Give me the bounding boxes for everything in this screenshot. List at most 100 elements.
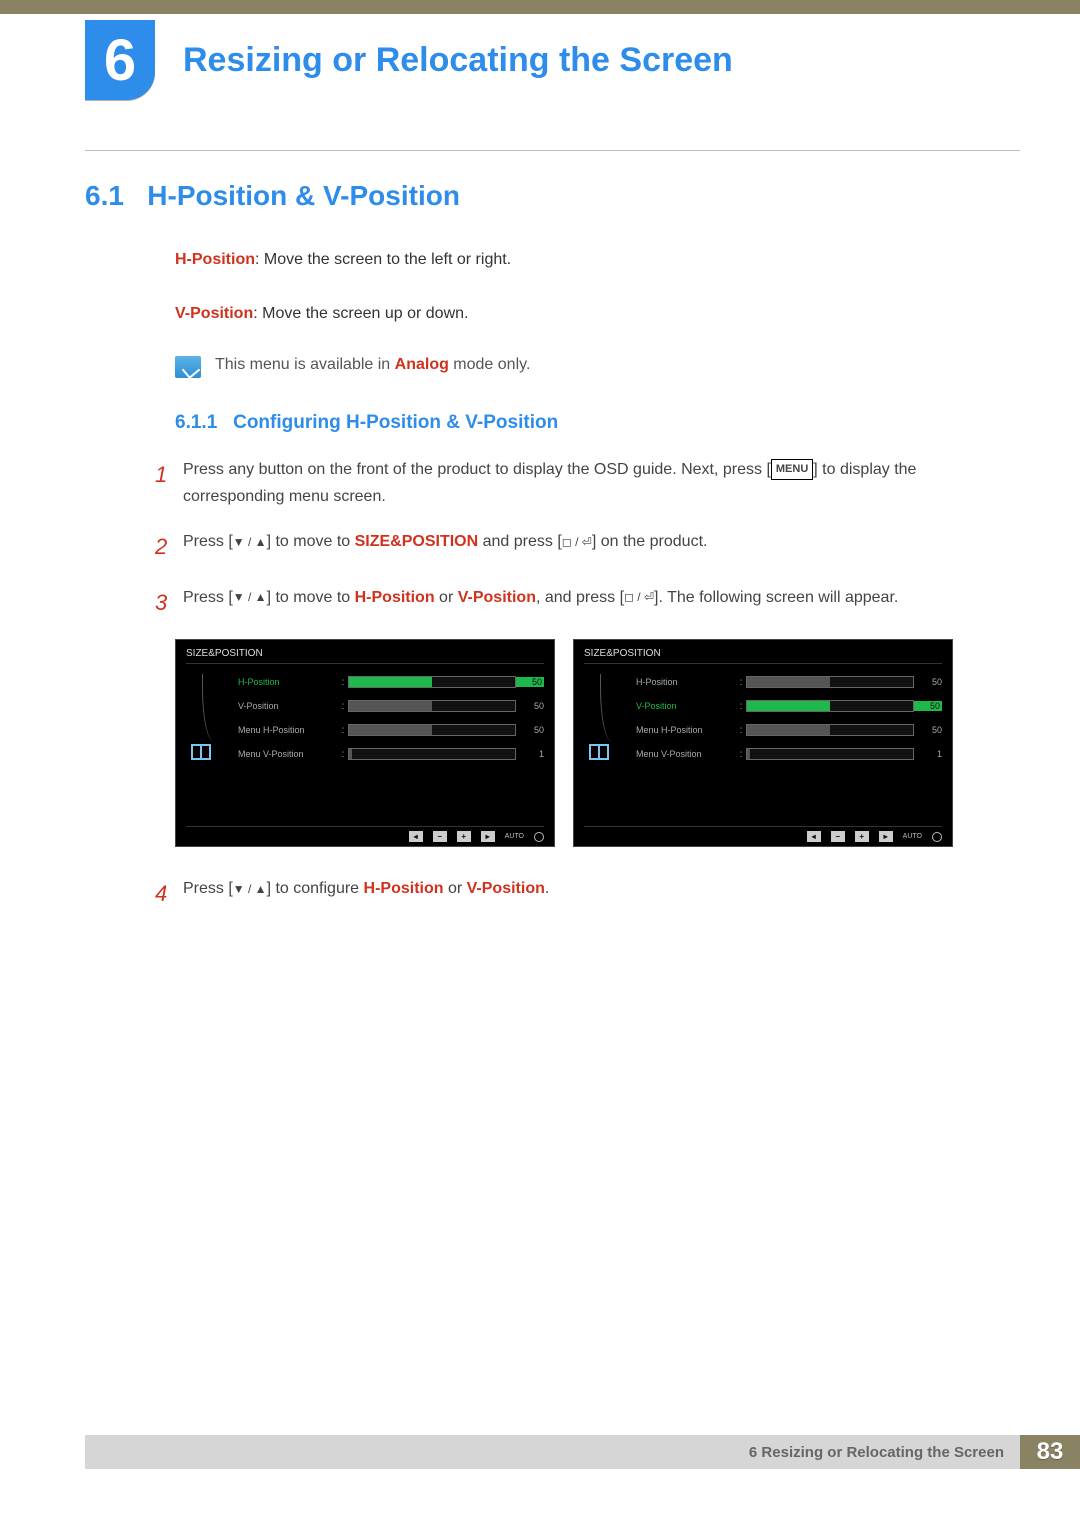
step-2-text-d: ] on the product. [592, 533, 708, 550]
osd-power-icon [932, 832, 942, 842]
step-2-number: 2 [155, 528, 183, 565]
step-3-text-d: ]. The following screen will appear. [654, 589, 898, 606]
osd-row-label: H-Position [238, 677, 338, 687]
section-number: 6.1 [85, 180, 124, 211]
osd-row: Menu V-Position : 1 [238, 746, 544, 762]
step-4-v: V-Position [467, 880, 545, 897]
step-3-text-a: Press [ [183, 589, 233, 606]
osd-power-icon [534, 832, 544, 842]
source-enter-icon: ◻ / ⏎ [624, 587, 654, 607]
chapter-title: Resizing or Relocating the Screen [183, 41, 733, 80]
osd-right-title: SIZE&POSITION [584, 648, 942, 664]
step-3-h: H-Position [355, 589, 435, 606]
h-position-term: H-Position [175, 251, 255, 268]
osd-row: V-Position : 50 [636, 698, 942, 714]
section-name: H-Position & V-Position [147, 180, 460, 211]
section-title: 6.1 H-Position & V-Position [85, 180, 1020, 212]
osd-right: SIZE&POSITION H-Position : 50 V-Position [573, 639, 953, 847]
footer-band: 6 Resizing or Relocating the Screen 83 [85, 1435, 1080, 1469]
down-up-arrow-icon: ▼ / ▲ [233, 879, 267, 899]
source-enter-icon: ◻ / ⏎ [562, 532, 592, 552]
osd-back-icon: ◂ [807, 831, 821, 842]
osd-row: H-Position : 50 [636, 674, 942, 690]
osd-right-footer: ◂ − + ▸ AUTO [584, 826, 942, 842]
osd-slider [746, 700, 914, 712]
note-row: This menu is available in Analog mode on… [175, 356, 1020, 378]
step-4-body: Press [▼ / ▲] to configure H-Position or… [183, 875, 1020, 902]
osd-slider [348, 676, 516, 688]
chapter-header: 6 Resizing or Relocating the Screen [85, 20, 733, 100]
subsection-number: 6.1.1 [175, 412, 217, 433]
h-position-definition: H-Position: Move the screen to the left … [175, 248, 1020, 272]
osd-row-value: 50 [516, 677, 544, 687]
osd-row: Menu H-Position : 50 [636, 722, 942, 738]
footer-label: 6 Resizing or Relocating the Screen [85, 1435, 1020, 1469]
osd-slider [746, 676, 914, 688]
step-2: 2 Press [▼ / ▲] to move to SIZE&POSITION… [155, 528, 1020, 565]
osd-right-rows: H-Position : 50 V-Position : 50 Menu H-P… [636, 674, 942, 770]
osd-slider [348, 724, 516, 736]
osd-row: V-Position : 50 [238, 698, 544, 714]
osd-auto-label: AUTO [903, 833, 922, 840]
osd-auto-label: AUTO [505, 833, 524, 840]
osd-minus-icon: − [433, 831, 447, 842]
step-1: 1 Press any button on the front of the p… [155, 456, 1020, 510]
osd-left-rows: H-Position : 50 V-Position : 50 Menu H-P… [238, 674, 544, 770]
note-mode: Analog [395, 356, 449, 373]
v-position-term: V-Position [175, 305, 253, 322]
osd-row-label: Menu V-Position [238, 749, 338, 759]
osd-left-title: SIZE&POSITION [186, 648, 544, 664]
osd-slider [746, 748, 914, 760]
v-position-definition: V-Position: Move the screen up or down. [175, 302, 1020, 326]
osd-play-icon: ▸ [481, 831, 495, 842]
osd-slider [746, 724, 914, 736]
chapter-number-badge: 6 [85, 20, 155, 100]
step-3-v: V-Position [458, 589, 536, 606]
footer-page-number: 83 [1020, 1435, 1080, 1469]
step-3-number: 3 [155, 584, 183, 621]
osd-row-value: 50 [516, 725, 544, 735]
osd-plus-icon: + [457, 831, 471, 842]
osd-row: Menu H-Position : 50 [238, 722, 544, 738]
osd-left-sidebar [186, 674, 216, 770]
step-4: 4 Press [▼ / ▲] to configure H-Position … [155, 875, 1020, 912]
step-1-body: Press any button on the front of the pro… [183, 456, 1020, 510]
v-position-desc: : Move the screen up or down. [253, 305, 468, 322]
step-4-or: or [444, 880, 467, 897]
note-text: This menu is available in Analog mode on… [215, 356, 530, 374]
osd-row-label: Menu H-Position [636, 725, 736, 735]
step-2-target: SIZE&POSITION [355, 533, 479, 550]
osd-position-icon [589, 744, 609, 760]
subsection-title: 6.1.1 Configuring H-Position & V-Positio… [175, 412, 1020, 434]
osd-row-value: 1 [914, 749, 942, 759]
osd-slider [348, 748, 516, 760]
step-3: 3 Press [▼ / ▲] to move to H-Position or… [155, 584, 1020, 621]
chapter-number: 6 [104, 27, 136, 94]
note-prefix: This menu is available in [215, 356, 395, 373]
osd-slider [348, 700, 516, 712]
osd-position-icon [191, 744, 211, 760]
step-1-text-a: Press any button on the front of the pro… [183, 461, 771, 478]
step-3-text-b: ] to move to [267, 589, 355, 606]
osd-row: H-Position : 50 [238, 674, 544, 690]
step-1-number: 1 [155, 456, 183, 493]
step-3-body: Press [▼ / ▲] to move to H-Position or V… [183, 584, 1020, 611]
h-position-desc: : Move the screen to the left or right. [255, 251, 511, 268]
menu-key-icon: MENU [771, 459, 813, 480]
osd-row-value: 50 [516, 701, 544, 711]
osd-row-label: V-Position [238, 701, 338, 711]
osd-left: SIZE&POSITION H-Position : 50 V-Position [175, 639, 555, 847]
top-strip [0, 0, 1080, 14]
osd-play-icon: ▸ [879, 831, 893, 842]
osd-screens-row: SIZE&POSITION H-Position : 50 V-Position [175, 639, 1020, 847]
down-up-arrow-icon: ▼ / ▲ [233, 532, 267, 552]
step-2-text-a: Press [ [183, 533, 233, 550]
step-2-body: Press [▼ / ▲] to move to SIZE&POSITION a… [183, 528, 1020, 555]
osd-row-value: 50 [914, 677, 942, 687]
osd-row-value: 50 [914, 725, 942, 735]
osd-left-footer: ◂ − + ▸ AUTO [186, 826, 544, 842]
step-3-text-c: , and press [ [536, 589, 624, 606]
step-4-text-b: ] to configure [267, 880, 364, 897]
note-suffix: mode only. [449, 356, 531, 373]
osd-row: Menu V-Position : 1 [636, 746, 942, 762]
